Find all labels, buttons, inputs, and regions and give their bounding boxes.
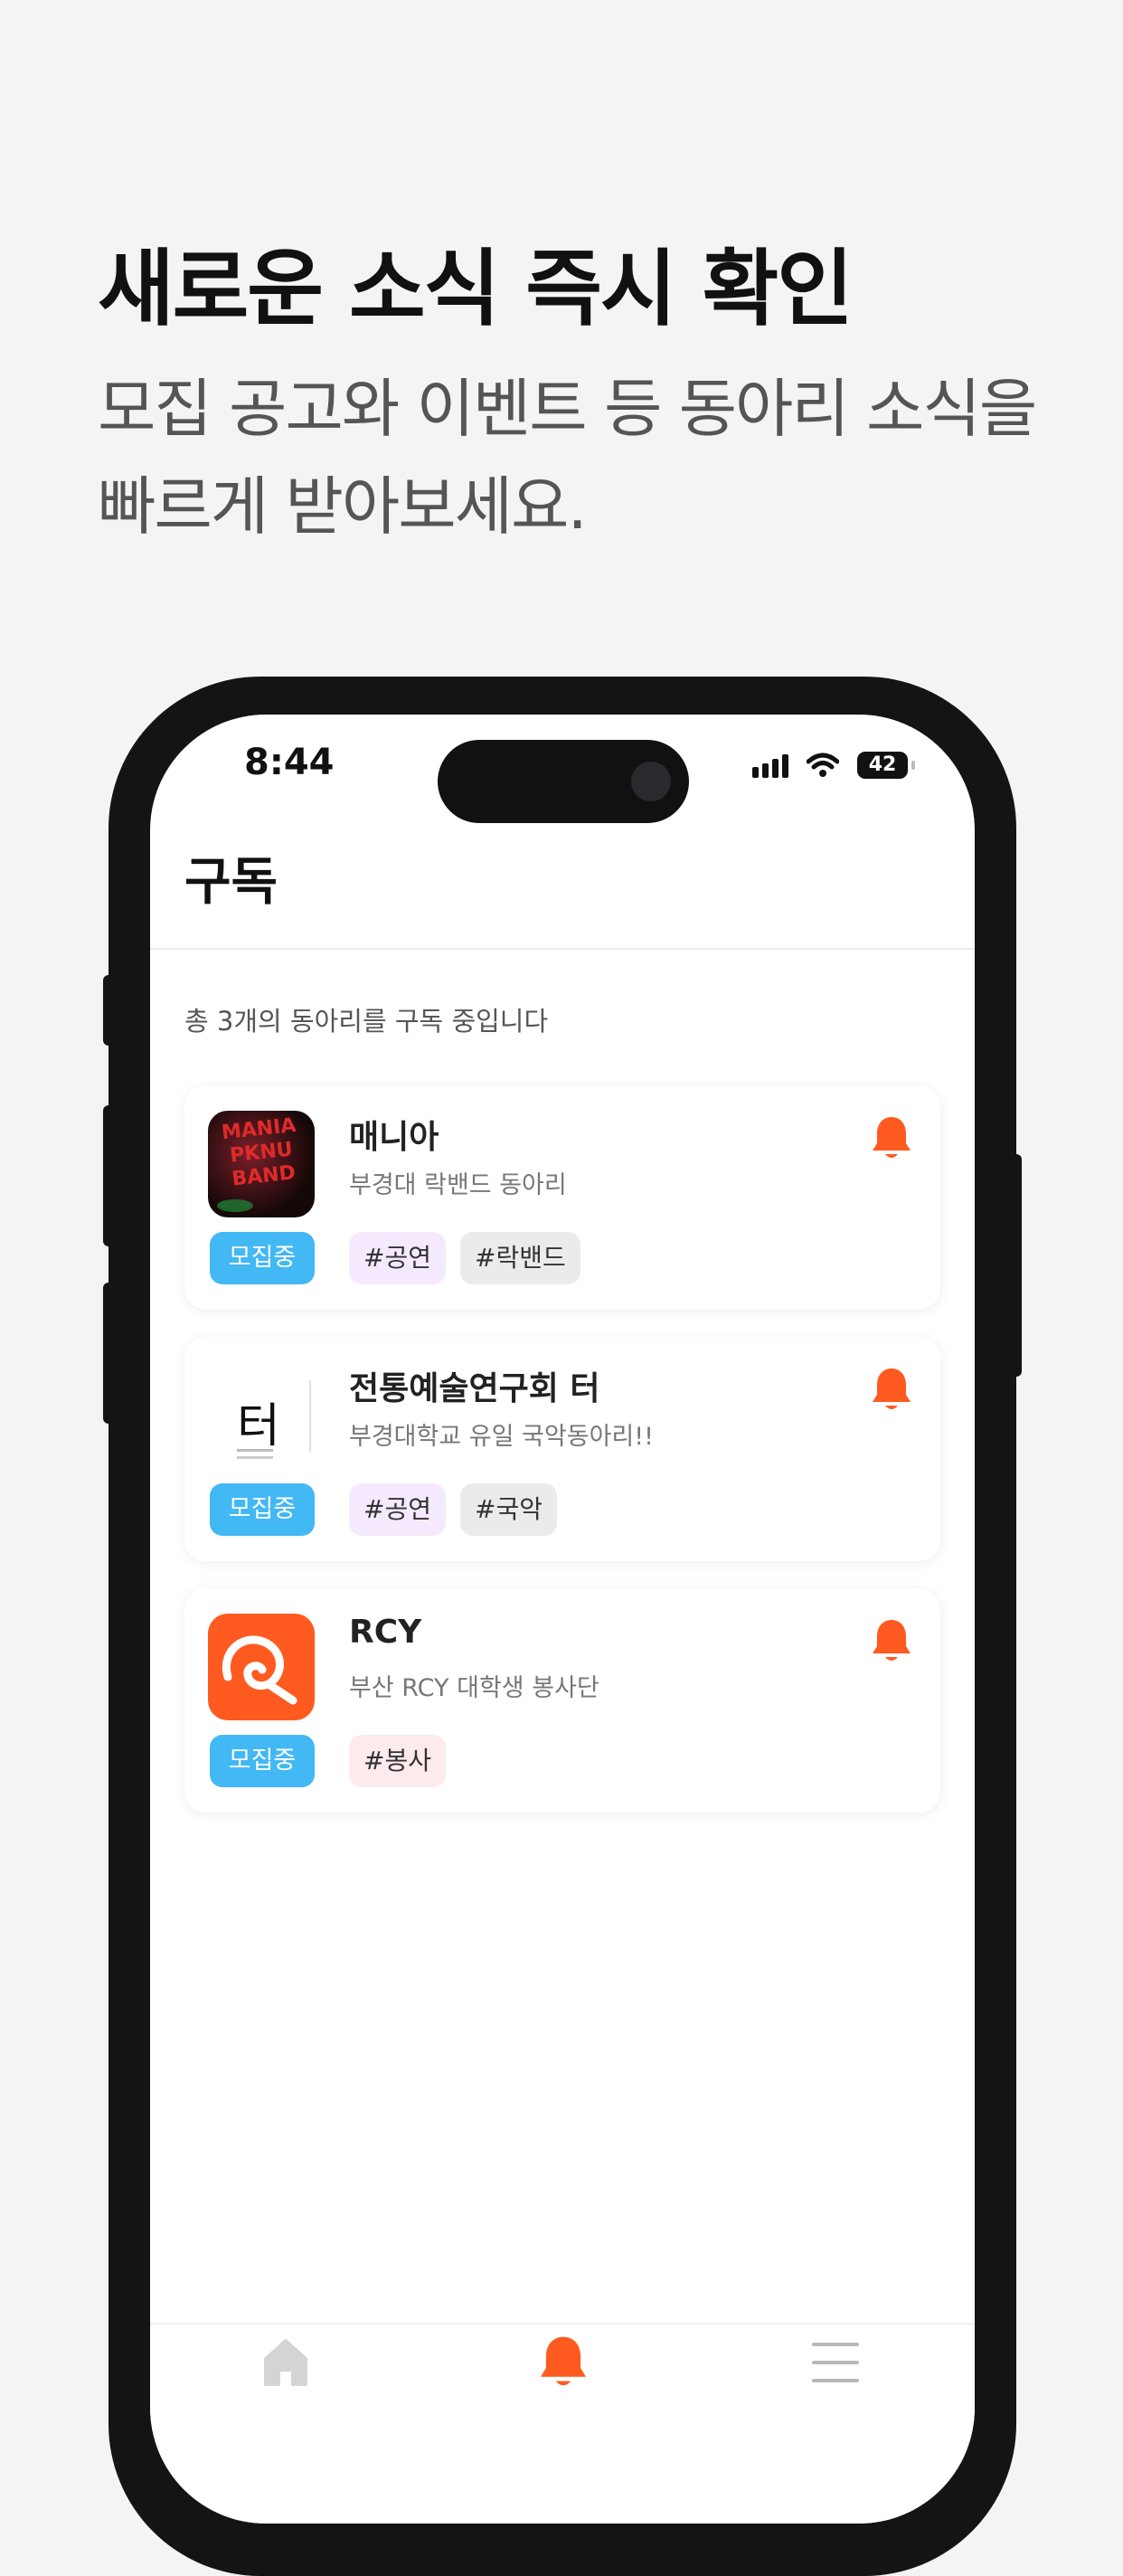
tag[interactable]: #공연 [349, 1483, 446, 1536]
club-logo [208, 1614, 315, 1720]
club-description: 부경대 락밴드 동아리 [349, 1171, 567, 1199]
tag-list: #공연 #국악 [349, 1483, 557, 1536]
dynamic-island [438, 740, 689, 823]
subscription-summary: 총 3개의 동아리를 구독 중입니다 [184, 1006, 549, 1037]
phone-side-button [103, 975, 114, 1046]
bell-icon[interactable] [870, 1617, 913, 1664]
bell-icon[interactable] [870, 1114, 913, 1161]
subline: 모집 공고와 이벤트 등 동아리 소식을 빠르게 받아보세요. [98, 372, 1037, 544]
club-description: 부경대학교 유일 국악동아리!! [349, 1423, 654, 1451]
bell-icon[interactable] [537, 2334, 590, 2390]
phone-volume-up [103, 1105, 114, 1246]
rcy-logo-icon [222, 1635, 297, 1705]
battery-icon: 42 [857, 752, 915, 779]
recruiting-badge: 모집중 [210, 1483, 315, 1536]
recruiting-badge: 모집중 [210, 1735, 315, 1787]
tag[interactable]: #락밴드 [459, 1232, 580, 1284]
tag[interactable]: #봉사 [349, 1735, 446, 1787]
tab-bar [150, 2323, 975, 2524]
club-card[interactable]: RCY 부산 RCY 대학생 봉사단 모집중 #봉사 [184, 1588, 940, 1813]
club-name: RCY [349, 1614, 422, 1651]
phone-volume-down [103, 1283, 114, 1424]
header-divider [150, 948, 975, 950]
club-card[interactable]: 터 전통예술연구회 터 부경대학교 유일 국악동아리!! 모집중 #공연 #국악 [184, 1337, 940, 1561]
camera-icon [631, 762, 671, 801]
tag[interactable]: #국악 [459, 1483, 557, 1536]
page-title: 구독 [184, 853, 278, 912]
recruiting-badge: 모집중 [210, 1232, 315, 1284]
tag-list: #공연 #락밴드 [349, 1232, 580, 1284]
wifi-icon [807, 753, 839, 777]
status-time: 8:44 [244, 742, 335, 783]
signal-icon [752, 753, 788, 778]
headline: 새로운 소식 즉시 확인 [98, 241, 854, 337]
app-screen: 8:44 42 구독 총 3개의 동아리를 구독 중입니다 MANIA PKNU… [150, 715, 975, 2524]
home-icon[interactable] [262, 2337, 309, 2388]
tag[interactable]: #공연 [349, 1232, 446, 1284]
club-description: 부산 RCY 대학생 봉사단 [349, 1674, 599, 1702]
club-card[interactable]: MANIA PKNU BAND 매니아 부경대 락밴드 동아리 모집중 #공연 … [184, 1085, 940, 1310]
status-indicators: 42 [752, 751, 915, 780]
club-logo: MANIA PKNU BAND [208, 1111, 315, 1217]
club-name: 전통예술연구회 터 [349, 1370, 600, 1407]
bell-icon[interactable] [870, 1366, 913, 1413]
logo-text: 터 [237, 1399, 280, 1454]
club-logo: 터 [208, 1362, 315, 1469]
tag-list: #봉사 [349, 1735, 446, 1787]
club-name: 매니아 [349, 1119, 439, 1156]
phone-power-button [1011, 1154, 1022, 1377]
menu-icon[interactable] [810, 2339, 861, 2386]
